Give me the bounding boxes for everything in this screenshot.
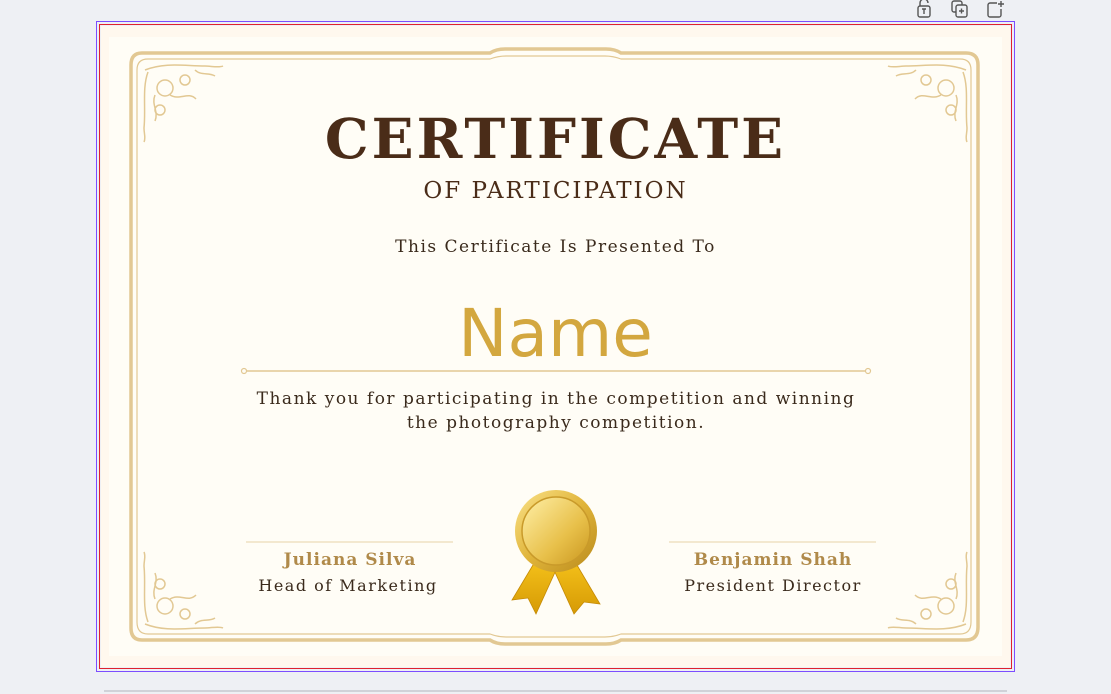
- presented-to-text[interactable]: This Certificate Is Presented To: [0, 237, 1111, 257]
- signer-left-role[interactable]: Head of Marketing: [228, 576, 468, 595]
- signer-left-name[interactable]: Juliana Silva: [230, 550, 470, 570]
- certificate-body-text[interactable]: Thank you for participating in the compe…: [246, 387, 866, 435]
- recipient-name[interactable]: Name: [0, 294, 1111, 374]
- certificate-title[interactable]: CERTIFICATE: [0, 104, 1111, 174]
- signer-right-name[interactable]: Benjamin Shah: [653, 550, 893, 570]
- corner-ornament-bottom-left: [143, 551, 224, 630]
- next-page-edge: [104, 690, 1007, 692]
- body-line-2: the photography competition.: [406, 413, 706, 433]
- body-line-1: Thank you for participating in the compe…: [256, 389, 856, 409]
- medal-seal-icon: [511, 490, 601, 615]
- corner-ornament-bottom-right: [887, 551, 968, 630]
- signer-right-role[interactable]: President Director: [653, 576, 893, 595]
- certificate-subtitle[interactable]: OF PARTICIPATION: [0, 178, 1111, 204]
